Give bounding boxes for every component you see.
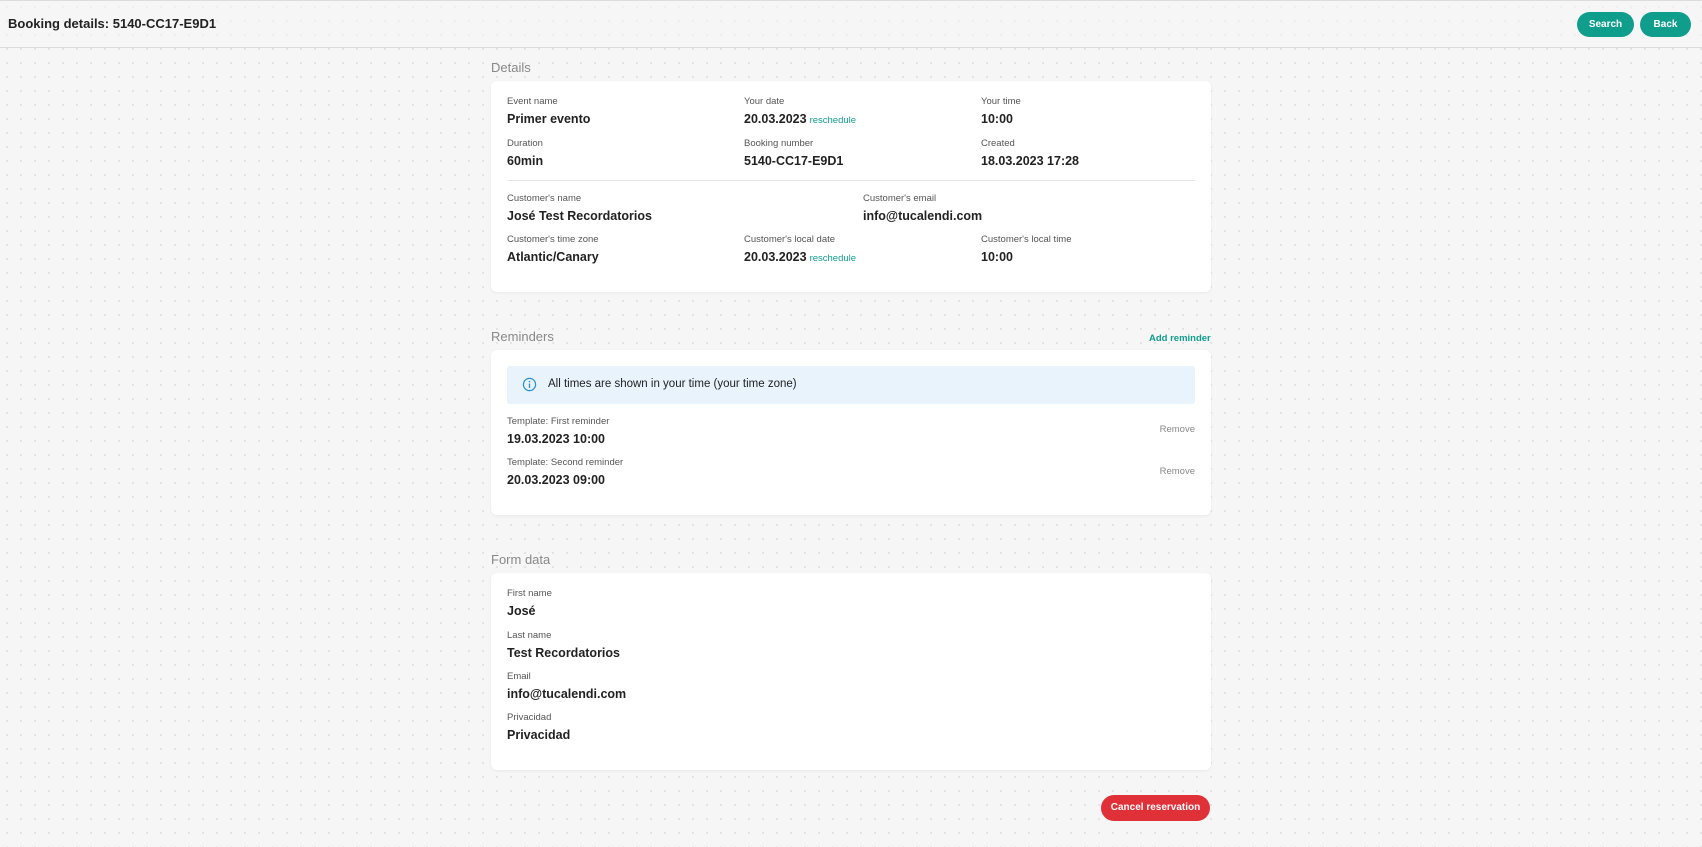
info-icon <box>522 377 537 392</box>
details-divider <box>507 180 1195 181</box>
booking-number-value: 5140-CC17-E9D1 <box>744 154 844 168</box>
form-field-value: José <box>507 604 536 618</box>
back-button[interactable]: Back <box>1640 12 1691 37</box>
duration-label: Duration <box>507 138 543 149</box>
customer-email-field: Customer's email info@tucalendi.com <box>863 193 982 225</box>
your-date-field: Your date 20.03.2023 reschedule <box>744 96 856 129</box>
customer-time-zone-label: Customer's time zone <box>507 234 599 245</box>
duration-value: 60min <box>507 154 544 168</box>
your-time-field: Your time 10:00 <box>981 96 1021 128</box>
reminder-item: Template: First reminder 19.03.2023 10:0… <box>507 416 609 448</box>
form-field-value: Test Recordatorios <box>507 646 620 660</box>
your-time-value: 10:00 <box>981 112 1013 126</box>
form-field-last-name: Last name Test Recordatorios <box>507 630 620 662</box>
event-name-value: Primer evento <box>507 112 591 126</box>
reminder-datetime: 19.03.2023 10:00 <box>507 432 606 446</box>
created-field: Created 18.03.2023 17:28 <box>981 138 1079 170</box>
time-zone-info-box: All times are shown in your time (your t… <box>507 366 1195 404</box>
reminders-section-title: Reminders <box>491 329 554 344</box>
duration-field: Duration 60min <box>507 138 543 170</box>
your-date-value: 20.03.2023 <box>744 112 807 126</box>
form-data-card: First name José Last name Test Recordato… <box>491 573 1211 770</box>
reschedule-local-link[interactable]: reschedule <box>810 253 856 264</box>
form-data-section-title: Form data <box>491 552 551 567</box>
details-card: Event name Primer evento Your date 20.03… <box>491 81 1211 292</box>
top-bar: Booking details: 5140-CC17-E9D1 Search B… <box>0 0 1702 48</box>
form-field-label: Email <box>507 671 531 682</box>
reschedule-link[interactable]: reschedule <box>810 115 856 126</box>
customer-local-date-field: Customer's local date 20.03.2023 reschedu… <box>744 234 856 267</box>
add-reminder-link[interactable]: Add reminder <box>1149 333 1211 344</box>
info-text: All times are shown in your time (your t… <box>548 378 797 390</box>
event-name-label: Event name <box>507 96 558 107</box>
your-time-label: Your time <box>981 96 1021 107</box>
form-field-email: Email info@tucalendi.com <box>507 671 626 703</box>
form-field-label: Privacidad <box>507 712 552 723</box>
reminder-datetime: 20.03.2023 09:00 <box>507 473 606 487</box>
remove-reminder-button[interactable]: Remove <box>1160 466 1195 477</box>
booking-number-field: Booking number 5140-CC17-E9D1 <box>744 138 843 170</box>
cancel-reservation-button[interactable]: Cancel reservation <box>1101 795 1210 821</box>
form-field-label: First name <box>507 588 552 599</box>
customer-local-time-field: Customer's local time 10:00 <box>981 234 1072 266</box>
customer-local-date-value: 20.03.2023 <box>744 250 807 264</box>
booking-number-label: Booking number <box>744 138 814 149</box>
form-field-label: Last name <box>507 630 552 641</box>
page-title: Booking details: 5140-CC17-E9D1 <box>8 16 217 31</box>
details-section-title: Details <box>491 60 531 75</box>
your-date-label: Your date <box>744 96 785 107</box>
customer-time-zone-field: Customer's time zone Atlantic/Canary <box>507 234 599 266</box>
form-field-value: info@tucalendi.com <box>507 687 627 701</box>
customer-local-time-value: 10:00 <box>981 250 1013 264</box>
customer-local-time-label: Customer's local time <box>981 234 1072 245</box>
customer-name-label: Customer's name <box>507 193 582 204</box>
created-label: Created <box>981 138 1015 149</box>
reminder-template-label: Template: First reminder <box>507 416 610 427</box>
customer-time-zone-value: Atlantic/Canary <box>507 250 599 264</box>
form-field-value: Privacidad <box>507 728 571 742</box>
remove-reminder-button[interactable]: Remove <box>1160 424 1195 435</box>
customer-email-label: Customer's email <box>863 193 937 204</box>
customer-name-value: José Test Recordatorios <box>507 209 652 223</box>
reminders-card: All times are shown in your time (your t… <box>491 350 1211 515</box>
created-value: 18.03.2023 17:28 <box>981 154 1080 168</box>
customer-local-date-label: Customer's local date <box>744 234 836 245</box>
customer-email-value: info@tucalendi.com <box>863 209 983 223</box>
form-field-first-name: First name José <box>507 588 552 620</box>
search-button[interactable]: Search <box>1577 12 1634 37</box>
reminder-template-label: Template: Second reminder <box>507 457 624 468</box>
reminder-item: Template: Second reminder 20.03.2023 09:… <box>507 457 623 489</box>
form-field-privacidad: Privacidad Privacidad <box>507 712 570 744</box>
event-name-field: Event name Primer evento <box>507 96 590 128</box>
customer-name-field: Customer's name José Test Recordatorios <box>507 193 652 225</box>
